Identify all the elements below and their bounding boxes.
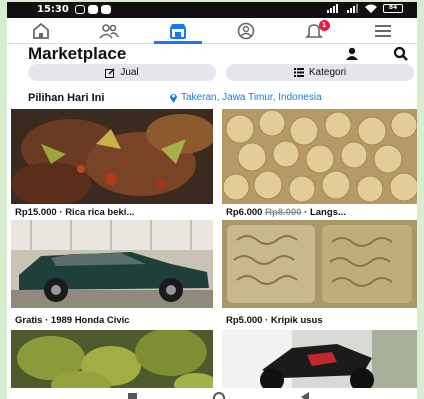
listing-photo-motorcycle[interactable] xyxy=(222,330,417,388)
location-text: Takeran, Jawa Timur, Indonesia xyxy=(181,92,322,103)
wifi-icon xyxy=(365,4,377,13)
listing-image xyxy=(222,330,417,388)
home-button[interactable] xyxy=(213,392,225,399)
notification-icon xyxy=(88,5,98,14)
tab-menu[interactable] xyxy=(349,18,417,43)
location-pin-icon xyxy=(170,94,177,103)
listing-caption[interactable]: Rp5.000 · Kripik usus xyxy=(226,315,417,326)
notification-badge: 1 xyxy=(318,20,330,31)
listing-image xyxy=(11,109,213,204)
listing-price: Rp5.000 xyxy=(226,315,263,326)
listing-caption[interactable]: Rp15.000 · Rica rica beki... xyxy=(15,207,213,218)
signal-icon xyxy=(347,4,358,13)
section-title: Pilihan Hari Ini xyxy=(28,92,105,104)
listing-image xyxy=(11,330,213,388)
battery-icon: 84 xyxy=(383,4,403,13)
listing-photo-kripik-usus[interactable] xyxy=(222,220,417,308)
tab-notifications[interactable]: 1 xyxy=(280,18,348,43)
recent-apps-button[interactable] xyxy=(128,393,137,399)
listing-photo-langsat[interactable] xyxy=(222,109,417,204)
back-button[interactable] xyxy=(301,392,309,399)
listing-image xyxy=(222,220,417,308)
listing-old-price: Rp8.000 xyxy=(265,207,302,218)
listing-caption[interactable]: Rp6.000 Rp8.000 · Langs... xyxy=(226,207,417,218)
tab-marketplace[interactable] xyxy=(144,18,212,44)
notification-icon xyxy=(75,5,85,14)
tab-home[interactable] xyxy=(7,18,75,43)
listing-photo-honda-civic[interactable] xyxy=(11,220,213,308)
tab-friends[interactable] xyxy=(75,18,143,43)
top-nav-bar: 1 xyxy=(7,18,417,44)
categories-label: Kategori xyxy=(308,67,347,78)
phone-screen: 15:30 84 1 Marketplace Jual Kategori Pil… xyxy=(7,2,417,399)
marketplace-header: Marketplace xyxy=(7,44,417,66)
listing-title: Langs... xyxy=(309,207,346,218)
signal-icon xyxy=(327,4,338,13)
list-icon xyxy=(293,68,304,77)
friends-icon xyxy=(99,23,120,39)
system-icons: 84 xyxy=(327,4,403,13)
listing-title: 1989 Honda Civic xyxy=(50,315,130,326)
home-icon xyxy=(33,22,50,39)
profile-icon xyxy=(237,22,255,39)
location-link[interactable]: Takeran, Jawa Timur, Indonesia xyxy=(169,92,322,103)
sell-button[interactable]: Jual xyxy=(28,64,216,81)
listing-image xyxy=(222,109,417,204)
notification-icon xyxy=(101,5,111,14)
menu-icon xyxy=(374,24,391,37)
marketplace-icon xyxy=(169,23,186,39)
listing-title: Kripik usus xyxy=(270,315,323,326)
edit-icon xyxy=(105,68,115,78)
status-time: 15:30 xyxy=(37,4,69,15)
categories-button[interactable]: Kategori xyxy=(226,64,414,81)
listing-image xyxy=(11,220,213,308)
listing-title: Rica rica beki... xyxy=(65,207,135,218)
listing-photo-durian[interactable] xyxy=(11,330,213,388)
listing-caption[interactable]: Gratis · 1989 Honda Civic xyxy=(15,315,213,326)
listing-price: Gratis xyxy=(15,315,43,326)
page-title: Marketplace xyxy=(28,44,127,63)
listing-photo-rica-rica[interactable] xyxy=(11,109,213,204)
listing-price: Rp15.000 xyxy=(15,207,57,218)
todays-picks-header: Pilihan Hari Ini Takeran, Jawa Timur, In… xyxy=(7,90,417,106)
person-icon[interactable] xyxy=(345,47,359,61)
tab-profile[interactable] xyxy=(212,18,280,43)
search-icon[interactable] xyxy=(393,46,409,62)
status-bar: 15:30 84 xyxy=(7,2,417,18)
notification-icons xyxy=(75,5,111,14)
listing-price: Rp6.000 xyxy=(226,207,263,218)
sell-label: Jual xyxy=(120,67,139,78)
system-nav-bar xyxy=(7,388,417,399)
